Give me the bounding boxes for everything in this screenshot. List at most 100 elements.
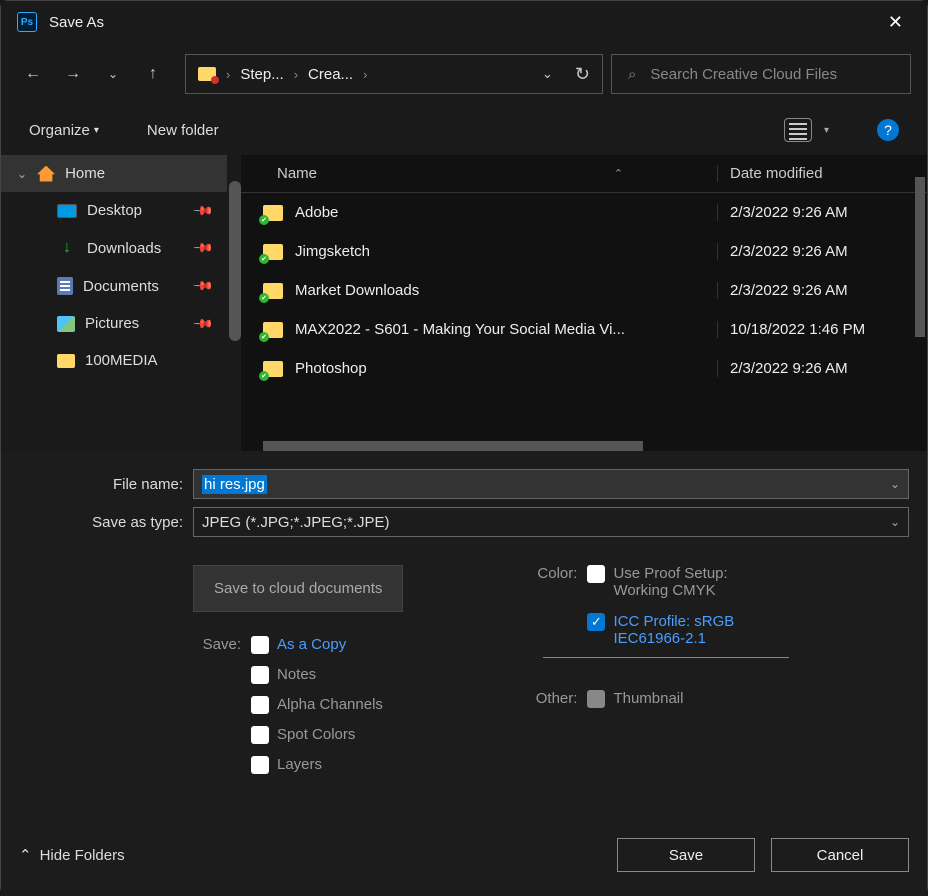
file-date: 2/3/2022 9:26 AM: [717, 282, 927, 299]
alpha-checkbox[interactable]: Alpha Channels: [251, 696, 383, 714]
column-name[interactable]: Name: [241, 165, 717, 182]
file-row[interactable]: Market Downloads 2/3/2022 9:26 AM: [241, 271, 927, 310]
hide-folders-button[interactable]: ⌃ Hide Folders: [19, 846, 125, 864]
file-name: Adobe: [295, 204, 338, 221]
other-section-label: Other:: [523, 690, 577, 708]
filename-value: hi res.jpg: [202, 475, 267, 494]
file-row[interactable]: MAX2022 - S601 - Making Your Social Medi…: [241, 310, 927, 349]
color-section-label: Color:: [523, 565, 577, 647]
as-copy-checkbox[interactable]: As a Copy: [251, 636, 383, 654]
organize-button[interactable]: Organize ▾: [29, 122, 99, 139]
search-input[interactable]: ⌕ Search Creative Cloud Files: [611, 54, 911, 94]
checkbox-label: As a Copy: [277, 636, 346, 653]
breadcrumb-item[interactable]: Step...: [240, 66, 283, 83]
checkbox-label: Notes: [277, 666, 316, 683]
chevron-right-icon: ›: [363, 67, 367, 82]
checkbox-label: Thumbnail: [613, 690, 683, 707]
recent-dropdown-icon[interactable]: ⌄: [97, 58, 129, 90]
folder-icon: [263, 322, 283, 338]
filename-input[interactable]: hi res.jpg ⌄: [193, 469, 909, 499]
caret-down-icon[interactable]: ▾: [824, 125, 829, 136]
filename-label: File name:: [13, 476, 193, 493]
file-row[interactable]: Photoshop 2/3/2022 9:26 AM: [241, 349, 927, 388]
view-mode-icon[interactable]: [784, 118, 812, 142]
file-row[interactable]: Jimgsketch 2/3/2022 9:26 AM: [241, 232, 927, 271]
sidebar-item-documents[interactable]: Documents 📌: [1, 267, 227, 305]
sidebar-item-label: Documents: [83, 278, 159, 295]
pin-icon[interactable]: 📌: [192, 312, 215, 335]
checkbox-icon: [251, 696, 269, 714]
file-date: 10/18/2022 1:46 PM: [717, 321, 927, 338]
pin-icon[interactable]: 📌: [192, 199, 215, 222]
spot-checkbox[interactable]: Spot Colors: [251, 726, 383, 744]
column-headers: Name ⌃ Date modified: [241, 155, 927, 193]
thumbnail-checkbox[interactable]: Thumbnail: [587, 690, 683, 708]
breadcrumb[interactable]: › Step... › Crea... › ⌄ ↻: [185, 54, 603, 94]
view-controls: ▾ ?: [784, 118, 899, 142]
sidebar-item-label: Downloads: [87, 240, 161, 257]
file-list: Name ⌃ Date modified Adobe 2/3/2022 9:26…: [241, 155, 927, 451]
breadcrumb-item[interactable]: Crea...: [308, 66, 353, 83]
cancel-button[interactable]: Cancel: [771, 838, 909, 872]
help-icon[interactable]: ?: [877, 119, 899, 141]
checkbox-icon: [587, 565, 605, 583]
checkbox-label: Spot Colors: [277, 726, 355, 743]
navigation-bar: ← → ⌄ ↑ › Step... › Crea... › ⌄ ↻ ⌕ Sear…: [1, 43, 927, 105]
sort-caret-icon: ⌃: [614, 167, 623, 180]
file-explorer: ⌄ Home Desktop 📌 ↓ Downloads 📌 Documents…: [1, 155, 927, 451]
icc-profile-checkbox[interactable]: ✓ ICC Profile: sRGB IEC61966-2.1: [587, 613, 734, 647]
save-section-label: Save:: [193, 636, 241, 774]
chevron-down-icon[interactable]: ⌄: [890, 477, 900, 491]
hide-folders-label: Hide Folders: [40, 847, 125, 864]
search-icon: ⌕: [628, 66, 636, 83]
checkbox-checked-icon: ✓: [587, 613, 605, 631]
sidebar-item-downloads[interactable]: ↓ Downloads 📌: [1, 229, 227, 267]
filetype-value: JPEG (*.JPG;*.JPEG;*.JPE): [202, 514, 390, 531]
save-options-panel: File name: hi res.jpg ⌄ Save as type: JP…: [1, 451, 927, 896]
sidebar-item-home[interactable]: ⌄ Home: [1, 155, 227, 192]
scrollbar-vertical[interactable]: [915, 177, 925, 337]
save-button[interactable]: Save: [617, 838, 755, 872]
chevron-down-icon: ⌄: [17, 167, 27, 181]
pictures-icon: [57, 316, 75, 332]
folder-icon: [263, 205, 283, 221]
file-date: 2/3/2022 9:26 AM: [717, 360, 927, 377]
home-icon: [37, 166, 55, 182]
sidebar-item-folder[interactable]: 100MEDIA: [1, 342, 227, 379]
window-title: Save As: [49, 14, 104, 31]
checkbox-label-sub: Working CMYK: [613, 582, 727, 599]
new-folder-button[interactable]: New folder: [147, 122, 219, 139]
document-icon: [57, 277, 73, 295]
sidebar-item-desktop[interactable]: Desktop 📌: [1, 192, 227, 229]
checkbox-label: Use Proof Setup:: [613, 565, 727, 582]
column-date[interactable]: Date modified: [717, 165, 927, 182]
proof-setup-checkbox[interactable]: Use Proof Setup: Working CMYK: [587, 565, 734, 599]
refresh-icon[interactable]: ↻: [575, 64, 590, 85]
chevron-down-icon[interactable]: ⌄: [890, 515, 900, 529]
sidebar-item-pictures[interactable]: Pictures 📌: [1, 305, 227, 342]
pin-icon[interactable]: 📌: [192, 237, 215, 260]
layers-checkbox[interactable]: Layers: [251, 756, 383, 774]
chevron-down-icon[interactable]: ⌄: [542, 66, 553, 82]
checkbox-label-sub: IEC61966-2.1: [613, 630, 734, 647]
up-icon[interactable]: ↑: [137, 58, 169, 90]
checkbox-label: Layers: [277, 756, 322, 773]
sidebar: ⌄ Home Desktop 📌 ↓ Downloads 📌 Documents…: [1, 155, 241, 451]
forward-icon[interactable]: →: [57, 58, 89, 90]
pin-icon[interactable]: 📌: [192, 275, 215, 298]
file-name: Market Downloads: [295, 282, 419, 299]
back-icon[interactable]: ←: [17, 58, 49, 90]
file-row[interactable]: Adobe 2/3/2022 9:26 AM: [241, 193, 927, 232]
checkbox-icon: [251, 666, 269, 684]
scrollbar-horizontal[interactable]: [263, 441, 643, 451]
notes-checkbox[interactable]: Notes: [251, 666, 383, 684]
sidebar-item-label: Home: [65, 165, 105, 182]
scrollbar[interactable]: [229, 181, 241, 341]
download-icon: ↓: [57, 239, 77, 257]
file-name: MAX2022 - S601 - Making Your Social Medi…: [295, 321, 625, 338]
filetype-select[interactable]: JPEG (*.JPG;*.JPEG;*.JPE) ⌄: [193, 507, 909, 537]
title-bar: Ps Save As ✕: [1, 1, 927, 43]
sidebar-item-label: Desktop: [87, 202, 142, 219]
save-cloud-button[interactable]: Save to cloud documents: [193, 565, 403, 612]
close-icon[interactable]: ✕: [880, 8, 911, 37]
